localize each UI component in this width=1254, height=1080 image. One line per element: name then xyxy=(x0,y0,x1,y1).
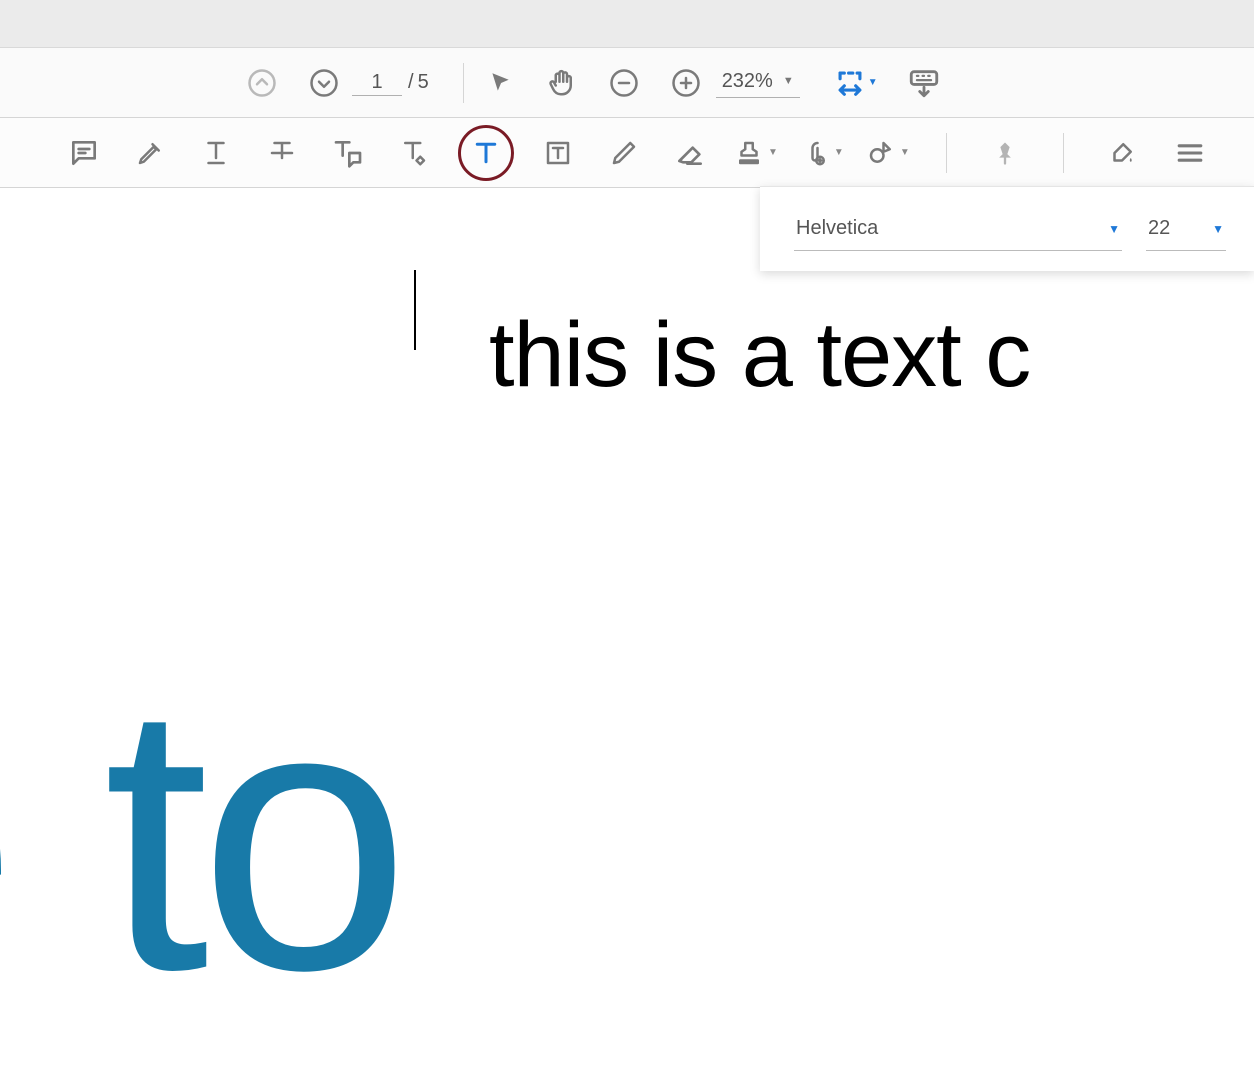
select-tool-button[interactable] xyxy=(478,61,522,105)
sticky-note-button[interactable] xyxy=(62,131,106,175)
font-name-select[interactable]: Helvetica ▼ xyxy=(794,211,1122,251)
attach-button[interactable]: ▼ xyxy=(800,131,844,175)
shapes-button[interactable]: ▼ xyxy=(866,131,910,175)
chevron-down-icon: ▼ xyxy=(834,147,844,158)
next-page-button[interactable] xyxy=(302,61,346,105)
line-style-button[interactable] xyxy=(1168,131,1212,175)
chevron-down-icon: ▼ xyxy=(768,147,778,158)
chevron-down-icon: ▼ xyxy=(1212,222,1224,236)
typed-text[interactable]: this is a text c xyxy=(489,303,1030,408)
document-heading-text: me to xyxy=(0,618,400,1055)
edit-toolbar: ▼ ▼ ▼ Helvetica ▼ 22 ▼ xyxy=(0,118,1254,188)
text-comment-button[interactable] xyxy=(326,131,370,175)
font-name-value: Helvetica xyxy=(796,217,878,240)
font-popup: Helvetica ▼ 22 ▼ xyxy=(760,186,1254,271)
zoom-out-button[interactable] xyxy=(602,61,646,105)
chevron-down-icon[interactable]: ▼ xyxy=(868,77,878,88)
page-number-input[interactable] xyxy=(352,70,402,96)
highlight-button[interactable] xyxy=(128,131,172,175)
window-titlebar xyxy=(0,0,1254,48)
page-separator: / xyxy=(408,71,414,94)
font-size-select[interactable]: 22 ▼ xyxy=(1146,211,1226,251)
underline-text-button[interactable] xyxy=(194,131,238,175)
chevron-down-icon: ▼ xyxy=(1108,222,1120,236)
font-size-value: 22 xyxy=(1148,217,1170,240)
toolbar-divider xyxy=(463,63,464,103)
toolbar-divider xyxy=(946,133,947,173)
chevron-down-icon: ▼ xyxy=(783,75,794,87)
pin-button[interactable] xyxy=(983,131,1027,175)
fit-width-button[interactable] xyxy=(828,61,872,105)
text-tool-button-active[interactable] xyxy=(458,125,514,181)
text-box-button[interactable] xyxy=(536,131,580,175)
zoom-select[interactable]: 232% ▼ xyxy=(716,68,800,98)
hand-tool-button[interactable] xyxy=(540,61,584,105)
keyboard-toggle-button[interactable] xyxy=(902,61,946,105)
text-callout-button[interactable] xyxy=(392,131,436,175)
draw-button[interactable] xyxy=(602,131,646,175)
zoom-value: 232% xyxy=(722,70,773,93)
main-toolbar: / 5 232% ▼ ▼ xyxy=(0,48,1254,118)
page-total: 5 xyxy=(418,71,429,94)
text-cursor xyxy=(414,270,416,350)
zoom-in-button[interactable] xyxy=(664,61,708,105)
document-canvas[interactable]: this is a text c me to xyxy=(0,188,1254,1080)
eraser-button[interactable] xyxy=(668,131,712,175)
stamp-button[interactable]: ▼ xyxy=(734,131,778,175)
toolbar-divider xyxy=(1063,133,1064,173)
chevron-down-icon: ▼ xyxy=(900,147,910,158)
strikethrough-text-button[interactable] xyxy=(260,131,304,175)
prev-page-button[interactable] xyxy=(240,61,284,105)
fill-color-button[interactable] xyxy=(1100,131,1144,175)
